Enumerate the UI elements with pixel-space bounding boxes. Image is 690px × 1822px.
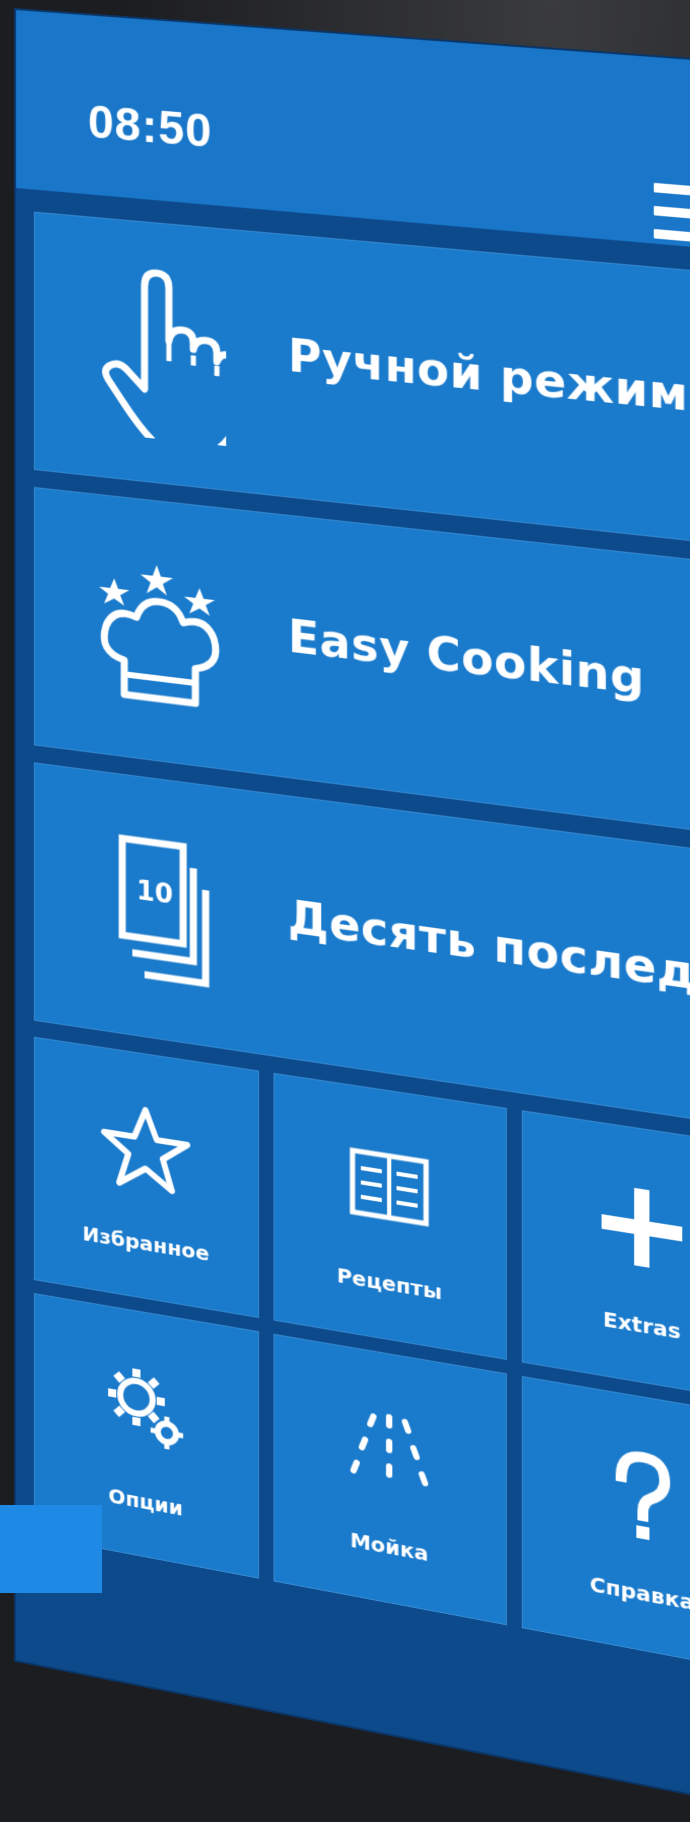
tile-recipes[interactable]: Рецепты: [273, 1072, 507, 1360]
star-icon: [100, 1097, 191, 1202]
tile-label: Избранное: [82, 1220, 210, 1267]
tile-label: Рецепты: [336, 1262, 442, 1305]
tile-help[interactable]: Справка: [521, 1375, 690, 1674]
plus-icon: [601, 1187, 683, 1268]
hamburger-icon[interactable]: [653, 182, 690, 259]
tile-label: Extras: [602, 1306, 681, 1345]
tile-label: Ручной режим: [287, 330, 689, 423]
oven-screen: 08:50 Ручной режим Easy Cooking 10 Десят…: [16, 10, 690, 1819]
tile-extras[interactable]: Extras: [521, 1110, 690, 1404]
tile-washing[interactable]: Мойка: [273, 1333, 507, 1626]
tile-label: Easy Cooking: [287, 610, 645, 706]
recipe-book-icon: [342, 1134, 437, 1241]
gears-icon: [100, 1355, 191, 1462]
chef-hat-stars-icon: [99, 563, 226, 726]
tile-favorites[interactable]: Избранное: [33, 1036, 260, 1319]
water-spray-icon: [342, 1397, 437, 1506]
tile-label: Десять последних: [287, 891, 690, 1016]
tile-label: Справка: [589, 1571, 690, 1616]
tile-label: Мойка: [350, 1527, 429, 1567]
last-ten-stack-icon: 10: [94, 814, 226, 1004]
hand-pointer-icon: [94, 261, 226, 446]
badge-ten: 10: [136, 876, 173, 911]
question-icon: [593, 1440, 690, 1541]
corner-accent: [0, 1505, 102, 1593]
clock: 08:50: [87, 94, 213, 158]
